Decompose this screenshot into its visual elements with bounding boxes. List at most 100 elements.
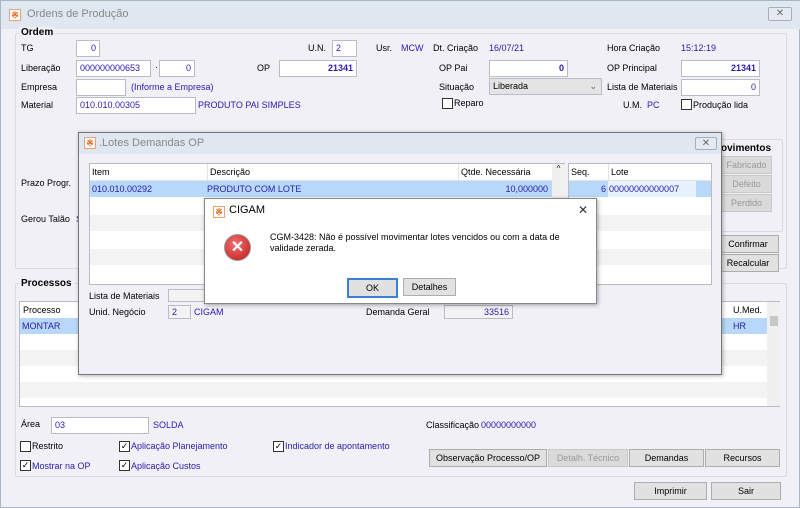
gerou-label: Gerou Talão — [21, 214, 70, 224]
usr-label: Usr. — [376, 43, 393, 53]
dt-value: 16/07/21 — [489, 43, 525, 53]
tg-input[interactable]: 0 — [76, 40, 100, 57]
mostrar-checkbox[interactable]: ✓ — [20, 460, 31, 471]
liberacao-label: Liberação — [21, 63, 61, 73]
fabricado-button[interactable]: Fabricado — [721, 156, 772, 174]
aplic-custos-checkbox[interactable]: ✓ — [119, 460, 130, 471]
classificacao-label: Classificação — [426, 420, 480, 430]
empresa-label: Empresa — [21, 82, 58, 92]
app-icon: ※ — [213, 206, 225, 218]
hora-value: 15:12:19 — [681, 43, 717, 53]
error-icon: ✕ — [224, 234, 251, 261]
imprimir-button[interactable]: Imprimir — [634, 482, 707, 500]
error-dialog: ※ CIGAM ✕ ✕ CGM-3428: Não é possível mov… — [204, 198, 597, 304]
tg-label: TG — [21, 43, 34, 53]
unid-input[interactable]: 2 — [168, 305, 191, 319]
situacao-label: Situação — [439, 82, 475, 92]
lista-label: Lista de Materiais — [607, 82, 678, 92]
cell-umed: HR — [733, 321, 746, 331]
col-processo: Processo — [23, 305, 61, 315]
demanda-label: Demanda Geral — [366, 307, 430, 317]
movimentos-title: ovimentos — [719, 143, 774, 154]
area-desc: SOLDA — [153, 420, 184, 430]
lotes-lista-label: Lista de Materiais — [89, 291, 160, 301]
table-row — [20, 382, 767, 398]
material-label: Material — [21, 100, 54, 110]
cell-lote[interactable]: 00000000000007 — [608, 181, 696, 197]
cell-item: 010.010.00292 — [92, 184, 153, 194]
title-bar: ※ Ordens de Produção ✕ — [1, 1, 800, 29]
op-principal-label: OP Principal — [607, 63, 657, 73]
col-umed: U.Med. — [733, 305, 763, 315]
demandas-button[interactable]: Demandas — [629, 449, 704, 467]
cell-seq: 6 — [600, 184, 606, 194]
window-title: Ordens de Produção — [27, 8, 129, 20]
classificacao-value: 00000000000 — [481, 420, 537, 430]
recalcular-button[interactable]: Recalcular — [717, 254, 779, 272]
un-input[interactable]: 2 — [332, 40, 357, 57]
msg-close-button[interactable]: ✕ — [578, 203, 588, 217]
confirmar-button[interactable]: Confirmar — [717, 235, 779, 253]
empresa-input[interactable] — [76, 79, 126, 96]
liberacao-seq-input[interactable]: 0 — [159, 60, 195, 77]
op-pai-label: OP Pai — [439, 63, 468, 73]
recursos-button[interactable]: Recursos — [705, 449, 780, 467]
col-lote: Lote — [608, 164, 629, 181]
op-principal-input[interactable]: 21341 — [681, 60, 760, 77]
um-label: U.M. — [623, 100, 642, 110]
detalh-tecnico-button[interactable]: Detalh. Técnico — [548, 449, 628, 467]
detalhes-button[interactable]: Detalhes — [403, 278, 456, 296]
table-header: Item Descrição Qtde. Necessária — [90, 164, 552, 181]
um-value: PC — [647, 100, 660, 110]
restrito-checkbox[interactable] — [20, 441, 31, 452]
close-button[interactable]: ✕ — [768, 7, 792, 21]
scrollbar[interactable] — [767, 302, 780, 406]
cell-processo: MONTAR — [22, 321, 61, 331]
cell-qtde: 10,000000 — [505, 184, 548, 194]
col-qtde: Qtde. Necessária — [458, 164, 531, 181]
indicador-checkbox[interactable]: ✓ — [273, 441, 284, 452]
app-icon: ※ — [9, 9, 21, 21]
situacao-select[interactable]: Liberada ⌄ — [489, 78, 602, 95]
un-label: U.N. — [308, 43, 326, 53]
producao-lida-label: Produção lida — [693, 100, 749, 110]
msg-title: CIGAM — [229, 204, 266, 216]
area-input[interactable]: 03 — [51, 417, 149, 434]
col-descricao: Descrição — [207, 164, 250, 181]
liberacao-sep: · — [155, 62, 158, 72]
lotes-close-button[interactable]: ✕ — [695, 137, 717, 150]
cell-descricao: PRODUTO COM LOTE — [207, 184, 302, 194]
op-input[interactable]: 21341 — [279, 60, 357, 77]
lotes-title-bar: ※ .Lotes Demandas OP ✕ — [79, 133, 721, 154]
producao-lida-checkbox[interactable] — [681, 99, 692, 110]
aplic-plan-label: Aplicação Planejamento — [131, 441, 228, 451]
restrito-label: Restrito — [32, 441, 64, 451]
app-icon: ※ — [84, 137, 96, 149]
op-pai-input[interactable]: 0 — [489, 60, 568, 77]
msg-text: CGM-3428: Não é possível movimentar lote… — [270, 232, 560, 253]
chevron-down-icon: ⌄ — [589, 81, 597, 91]
table-row[interactable]: 6 00000000000007 — [569, 181, 711, 197]
processos-title: Processos — [19, 278, 74, 289]
liberacao-input[interactable]: 000000000653 — [76, 60, 151, 77]
situacao-value: Liberada — [493, 81, 529, 91]
unid-desc: CIGAM — [194, 307, 224, 317]
perdido-button[interactable]: Perdido — [721, 194, 772, 212]
ok-button[interactable]: OK — [347, 278, 398, 298]
table-row[interactable]: 010.010.00292 PRODUTO COM LOTE 10,000000 — [90, 181, 552, 197]
sair-button[interactable]: Sair — [711, 482, 781, 500]
demanda-input: 33516 — [444, 305, 513, 319]
lotes-title: .Lotes Demandas OP — [99, 137, 205, 149]
usr-value: MCW — [401, 43, 424, 53]
dt-label: Dt. Criação — [433, 43, 479, 53]
empresa-hint: (Informe a Empresa) — [131, 82, 214, 92]
aplic-plan-checkbox[interactable]: ✓ — [119, 441, 130, 452]
mostrar-label: Mostrar na OP — [32, 461, 91, 471]
observacao-button[interactable]: Observação Processo/OP — [429, 449, 547, 467]
lista-input[interactable]: 0 — [681, 79, 760, 96]
scroll-thumb[interactable] — [770, 316, 778, 326]
defeito-button[interactable]: Defeito — [721, 175, 772, 193]
reparo-checkbox[interactable] — [442, 98, 453, 109]
material-input[interactable]: 010.010.00305 — [76, 97, 196, 114]
table-header: Seq. Lote — [569, 164, 711, 181]
